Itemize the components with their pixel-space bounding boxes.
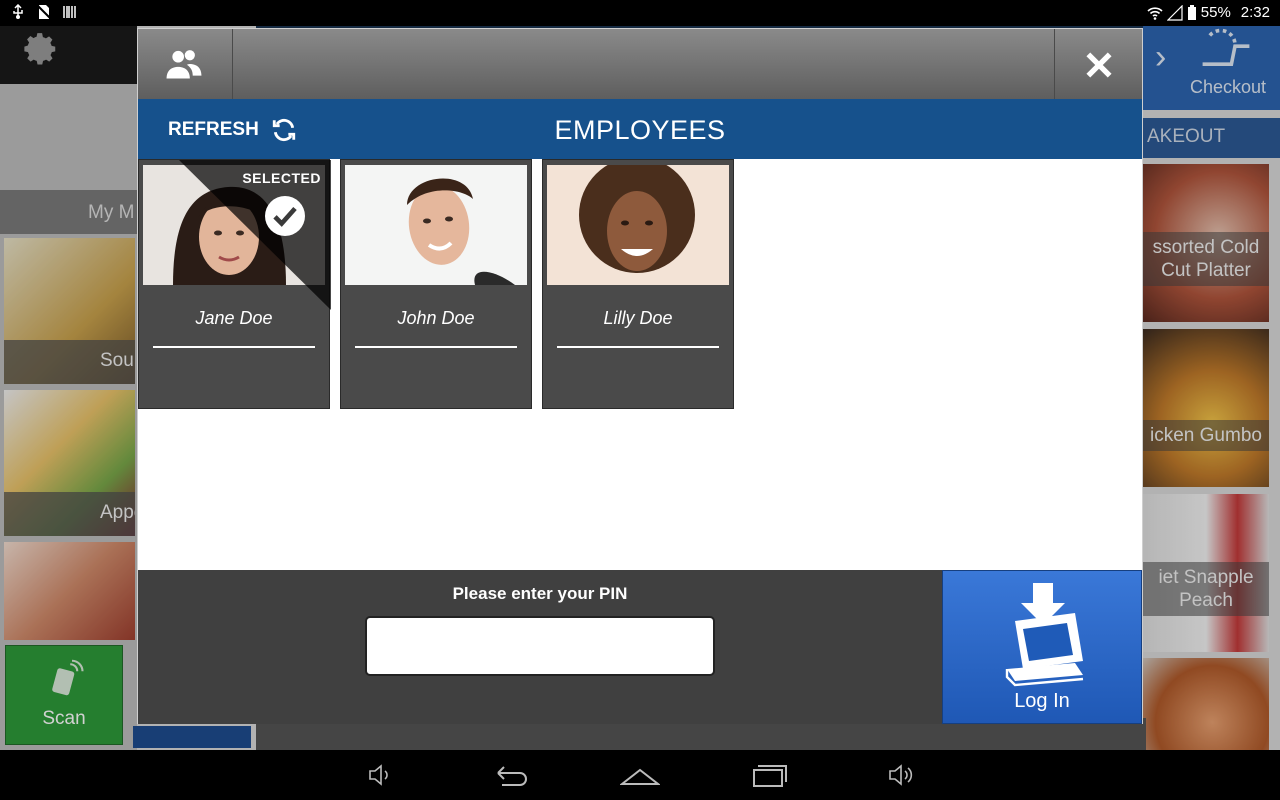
home-icon[interactable]	[620, 762, 660, 788]
category-panel: My M Sou Appeti Scan	[0, 26, 251, 750]
employee-photo	[547, 165, 729, 285]
signal-icon	[1166, 4, 1183, 21]
pin-input[interactable]	[365, 616, 715, 676]
battery-icon	[1187, 4, 1196, 20]
divider	[557, 346, 719, 348]
chevron-right-icon: ›	[1155, 38, 1167, 76]
menu-item-tile[interactable]: iet Snapple Peach	[1143, 494, 1269, 652]
login-terminal-icon	[1005, 583, 1084, 687]
category-label: Appeti	[4, 492, 135, 536]
pin-label: Please enter your PIN	[452, 584, 628, 603]
menu-item-label: ssorted Cold Cut Platter	[1143, 232, 1269, 286]
menu-item-label: icken Gumbo	[1143, 420, 1269, 451]
checkout-label: Checkout	[1190, 77, 1267, 97]
category-tile[interactable]: Appeti	[4, 390, 135, 536]
scan-label: Scan	[42, 708, 86, 729]
settings-area[interactable]	[0, 26, 137, 84]
recent-apps-icon[interactable]	[750, 762, 790, 788]
sip-call-button[interactable]	[133, 726, 251, 748]
menu-item-label: iet Snapple Peach	[1143, 562, 1269, 616]
category-tile[interactable]: Sou	[4, 238, 135, 384]
usb-icon	[13, 4, 23, 19]
people-icon	[166, 50, 202, 79]
divider	[355, 346, 517, 348]
screen: 55% 2:32 My M Sou Appeti Scan ›	[0, 0, 1280, 800]
menu-item-tile[interactable]: ssorted Cold Cut Platter	[1143, 164, 1269, 322]
barcode-icon	[63, 6, 76, 18]
close-button[interactable]	[1054, 29, 1142, 99]
no-sim-icon	[37, 5, 52, 20]
volume-up-icon[interactable]	[882, 762, 922, 788]
employees-button[interactable]	[138, 29, 233, 99]
system-nav-bar	[0, 750, 1280, 800]
login-button[interactable]: Log In	[942, 570, 1142, 724]
employee-list: SELECTED Jane Doe John Doe Lilly Doe	[138, 159, 1142, 409]
close-icon	[1086, 52, 1112, 78]
takeout-tab[interactable]: AKEOUT	[1143, 118, 1280, 158]
category-label: Sou	[4, 340, 135, 384]
menu-item-tile[interactable]: icken Gumbo	[1143, 329, 1269, 487]
checkout-icon	[1202, 28, 1250, 66]
checkmark-icon	[265, 196, 305, 236]
menu-item-tile[interactable]	[1143, 658, 1269, 750]
battery-percent: 55%	[1200, 4, 1231, 21]
dialog-title: EMPLOYEES	[554, 115, 726, 145]
clock: 2:32	[1240, 4, 1270, 21]
volume-down-icon[interactable]	[362, 762, 402, 788]
dialog-title-bar: REFRESH EMPLOYEES	[138, 99, 1142, 159]
employee-card[interactable]: Lilly Doe	[542, 159, 734, 409]
pin-entry-panel: Please enter your PIN	[138, 570, 942, 724]
employee-photo	[345, 165, 527, 285]
gear-icon	[24, 33, 56, 65]
dialog-header	[138, 29, 1142, 99]
divider	[153, 346, 315, 348]
my-menu-tab[interactable]: My M	[0, 190, 137, 234]
login-label: Log In	[1014, 690, 1070, 712]
employee-name: Jane Doe	[195, 308, 273, 328]
employee-name: John Doe	[397, 308, 475, 328]
category-tile[interactable]	[4, 542, 135, 640]
wifi-icon	[1147, 6, 1163, 20]
employee-name: Lilly Doe	[603, 308, 673, 328]
employee-card[interactable]: John Doe	[340, 159, 532, 409]
employee-login-dialog: REFRESH EMPLOYEES SELECTED Jane Doe John…	[137, 28, 1143, 724]
scan-button[interactable]: Scan	[5, 645, 123, 745]
checkout-button[interactable]: › Checkout	[1143, 26, 1280, 110]
status-bar: 55% 2:32	[0, 0, 1280, 26]
back-icon[interactable]	[492, 762, 532, 788]
phone-scan-icon	[52, 659, 84, 696]
selected-badge: SELECTED	[242, 170, 321, 186]
employee-card[interactable]: SELECTED Jane Doe	[138, 159, 331, 409]
